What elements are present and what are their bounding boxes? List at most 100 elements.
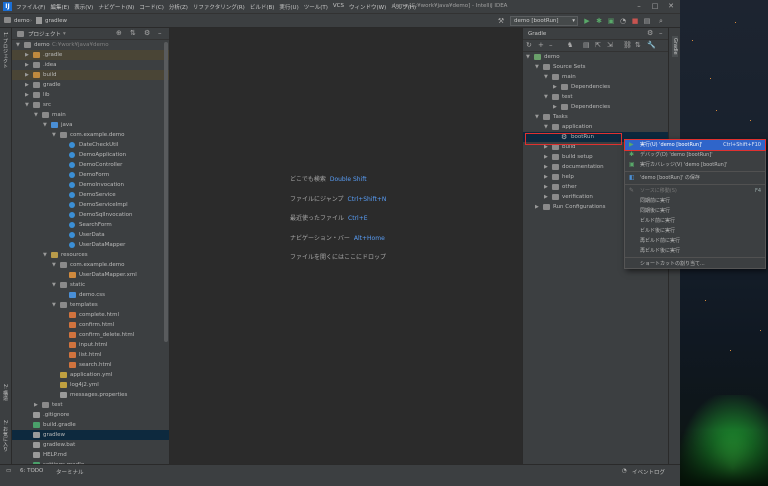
collapse-icon[interactable]: ⇅ [130,29,136,37]
project-tree-row[interactable]: DemoSqlInvocation [12,210,169,220]
project-tree-row[interactable]: complete.html [12,310,169,320]
project-tree-row[interactable]: demo.css [12,290,169,300]
chevron-right-icon[interactable]: ▶ [544,182,548,192]
project-tree-row[interactable]: ▼ resources [12,250,169,260]
gradle-tree-row[interactable]: ▼ main [523,72,668,82]
project-tree-row[interactable]: HELP.md [12,450,169,460]
debug-icon[interactable]: ✱ [594,16,604,26]
project-tree-row[interactable]: ▶ build [12,70,169,80]
project-tree-row[interactable]: build.gradle [12,420,169,430]
chevron-down-icon[interactable]: ▼ [43,250,47,260]
menu-item[interactable]: ウィンドウ(W) [349,3,386,11]
gradle-tree-row[interactable]: ▶ Dependencies [523,82,668,92]
project-tree-row[interactable]: DemoApplication [12,150,169,160]
project-tree-row[interactable]: list.html [12,350,169,360]
expand-icon[interactable]: ⇱ [595,41,601,49]
tab-event-log[interactable]: イベントログ [632,468,665,476]
chevron-down-icon[interactable]: ▼ [544,122,548,132]
toggle-offline-icon[interactable]: ▤ [583,41,590,49]
gradle-elephant-icon[interactable]: ♞ [567,41,573,49]
project-scrollbar[interactable] [164,42,168,342]
context-menu-item[interactable]: ◧ 'demo [bootRun]' の保存 [625,173,765,183]
chevron-down-icon[interactable]: ▼ [43,120,47,130]
menu-item[interactable]: ナビゲート(N) [98,3,134,11]
tab-project[interactable]: 1: プロジェクト [2,32,9,68]
breadcrumb-demo[interactable]: demo [14,18,30,24]
chevron-right-icon[interactable]: ▶ [25,70,29,80]
project-tree-row[interactable]: gradlew.bat [12,440,169,450]
run-icon[interactable]: ▶ [582,16,592,26]
project-tree-row[interactable]: UserDataMapper [12,240,169,250]
chevron-down-icon[interactable]: ▼ [544,92,548,102]
chevron-right-icon[interactable]: ▶ [25,80,29,90]
project-tree-row[interactable]: .gitignore [12,410,169,420]
menu-item[interactable]: ファイル(F) [16,3,45,11]
gradle-tree-row[interactable]: ▼ test [523,92,668,102]
chevron-down-icon[interactable]: ▾ [63,31,66,37]
menu-item-run-bootrun[interactable]: ▶ 実行(U) 'demo [bootRun]' Ctrl+Shift+F10 [624,139,766,151]
close-icon[interactable]: ✕ [664,1,678,12]
chevron-right-icon[interactable]: ▶ [553,102,557,112]
project-tree-row[interactable]: DemoService [12,190,169,200]
chevron-right-icon[interactable]: ▶ [544,162,548,172]
context-menu-item[interactable]: 再ビルド前に実行 [625,236,765,246]
gradle-tree-row[interactable]: ▼ Tasks [523,112,668,122]
menu-item[interactable]: 編集(E) [50,3,69,11]
context-menu-item[interactable]: ✱ デバッグ(D) 'demo [bootRun]' [625,150,765,160]
project-tree-row[interactable]: UserData [12,230,169,240]
project-tree-row[interactable]: ▼ demo C:¥work¥java¥demo [12,40,169,50]
project-tree-row[interactable]: ▼ com.example.demo [12,260,169,270]
chevron-right-icon[interactable]: ▶ [25,60,29,70]
gear-icon[interactable]: ⚙ [647,29,653,37]
project-tree-row[interactable]: ▶ lib [12,90,169,100]
gear-icon[interactable]: ⚙ [144,29,150,37]
project-tree-row[interactable]: UserDataMapper.xml [12,270,169,280]
context-menu-item[interactable]: 同期後に実行 [625,206,765,216]
project-tree-row[interactable]: DemoServiceImpl [12,200,169,210]
chevron-down-icon[interactable]: ▼ [16,40,20,50]
link-icon[interactable]: ⛓ [623,41,632,49]
coverage-icon[interactable]: ▣ [606,16,616,26]
collapse-icon[interactable]: ⇲ [607,41,613,49]
project-tree-row[interactable]: input.html [12,340,169,350]
project-tree-row[interactable]: ▼ main [12,110,169,120]
context-menu-item[interactable]: ビルド前に実行 [625,216,765,226]
tab-gradle[interactable]: Gradle [672,36,678,57]
chevron-down-icon[interactable]: ▼ [544,72,548,82]
chevron-right-icon[interactable]: ▶ [25,50,29,60]
project-tree-row[interactable]: ▶ gradle [12,80,169,90]
chevron-down-icon[interactable]: ▼ [52,260,56,270]
project-tree-row[interactable]: ▼ templates [12,300,169,310]
chevron-right-icon[interactable]: ▶ [34,400,38,410]
wrench-icon[interactable]: 🔧 [647,41,656,49]
group-icon[interactable]: ⇅ [635,41,641,49]
menu-item[interactable]: コード(C) [139,3,164,11]
context-menu-item[interactable]: 再ビルド後に実行 [625,246,765,256]
menu-item[interactable]: ビルド(B) [250,3,275,11]
stop-icon[interactable]: ■ [630,16,640,26]
project-tree-row[interactable]: messages.properties [12,390,169,400]
project-tree-row[interactable]: confirm_delete.html [12,330,169,340]
chevron-right-icon[interactable]: ▶ [544,192,548,202]
project-tree-row[interactable]: ▼ src [12,100,169,110]
project-tree-row[interactable]: DateCheckUtil [12,140,169,150]
project-tree-row[interactable]: search.html [12,360,169,370]
chevron-right-icon[interactable]: ▶ [544,152,548,162]
project-tree-row[interactable]: ▼ static [12,280,169,290]
project-tree-row[interactable]: DemoInvocation [12,180,169,190]
chevron-down-icon[interactable]: ▼ [526,52,530,62]
hammer-icon[interactable]: ⚒ [496,16,506,26]
project-tree-row[interactable]: ▶ test [12,400,169,410]
project-tree-row[interactable]: DemoController [12,160,169,170]
hide-icon[interactable]: – [659,29,663,37]
globe-icon[interactable]: ⊕ [116,29,122,37]
project-tree-row[interactable]: application.yml [12,370,169,380]
tab-todo[interactable]: 6: TODO [20,468,43,474]
maximize-icon[interactable]: □ [648,1,662,12]
chevron-right-icon[interactable]: ▶ [544,172,548,182]
run-config-selector[interactable]: demo [bootRun] ▾ [510,16,578,26]
chevron-down-icon[interactable]: ▼ [25,100,29,110]
menu-item[interactable]: VCS [333,3,344,11]
tab-terminal[interactable]: ターミナル [56,468,84,476]
tab-favorites[interactable]: 2: お気に入り [2,420,9,451]
